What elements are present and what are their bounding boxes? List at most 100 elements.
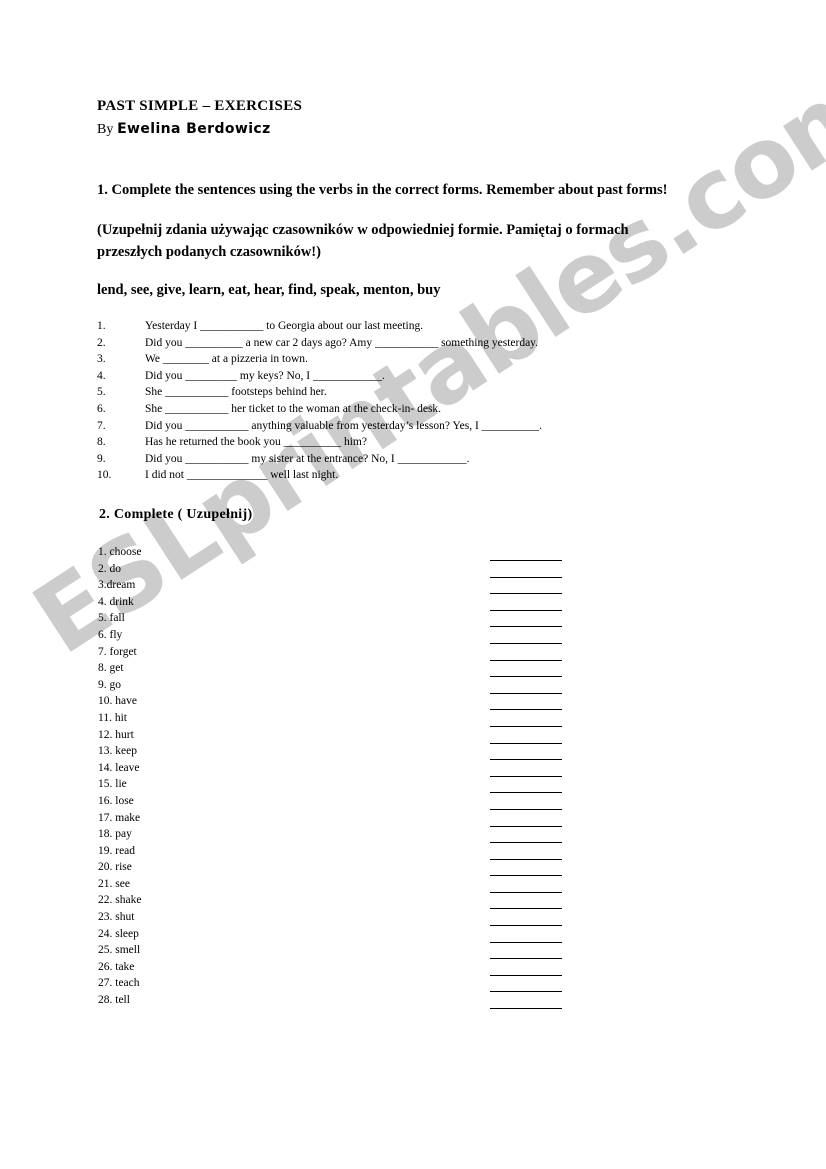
verb-list-item: 6. fly [98,628,123,641]
answer-line[interactable] [490,553,564,570]
verb-list-item: 25. smell [98,944,141,957]
verb-list-item: 12. hurt [98,728,134,741]
worksheet-content: PAST SIMPLE – EXERCISES By Ewelina Berdo… [0,0,826,1169]
answer-line[interactable] [490,935,564,952]
answer-line[interactable] [490,802,564,819]
answer-line[interactable] [490,852,564,869]
answer-line[interactable] [490,819,564,836]
sentence-text: I did not ______________ well last night… [145,469,339,482]
answer-line[interactable] [490,968,564,985]
sentence-text: Did you __________ a new car 2 days ago?… [145,336,539,349]
verb-list-item: 1. choose [98,546,142,558]
verb-list-item: 23. shut [98,911,135,924]
sentence-row: 9. Did you ___________ my sister at the e… [97,453,737,470]
answer-line-rule [490,576,562,578]
answer-line[interactable] [490,1001,564,1018]
sentence-number: 8. [97,436,106,449]
answer-line-rule [490,560,562,561]
answer-line[interactable] [490,918,564,935]
answer-line[interactable] [490,868,564,885]
answer-line[interactable] [490,951,564,968]
sentence-row: 4. Did you _________ my keys? No, I _____… [97,370,737,387]
sentence-text: Did you ___________ my sister at the ent… [145,452,470,465]
page-title: PAST SIMPLE – EXERCISES [97,98,303,114]
answer-line-rule [490,609,562,611]
answer-line[interactable] [490,885,564,902]
sentence-number: 5. [97,386,106,399]
verb-list-item: 28. tell [98,994,130,1007]
exercise1-instruction-pl: (Uzupełnij zdania używając czasowników w… [97,222,629,260]
answer-line-rule [490,676,562,678]
verb-bank: lend, see, give, learn, eat, hear, find,… [97,282,441,298]
sentence-text: Has he returned the book you __________ … [145,436,367,449]
sentence-row: 6. She ___________ her ticket to the woma… [97,403,737,420]
sentence-number: 10. [97,469,112,482]
verb-list-item: 14. leave [98,761,140,774]
worksheet-page: ESLprintables.com PAST SIMPLE – EXERCISE… [0,0,826,1169]
verb-list-item: 15. lie [98,778,127,791]
answer-line[interactable] [490,785,564,802]
answer-line[interactable] [490,603,564,620]
byline: By Ewelina Berdowicz [97,121,271,138]
answer-line-rule [490,659,562,661]
answer-line[interactable] [490,736,564,753]
answer-line-rule [490,941,562,943]
answer-line-rule [490,858,562,860]
answer-line-rule [490,626,562,628]
answer-line-rule [490,842,562,844]
sentence-row: 7. Did you ___________ anything valuable … [97,420,737,437]
answer-line[interactable] [490,636,564,653]
verb-list-item: 27. teach [98,977,140,990]
verb-list-item: 24. sleep [98,927,139,940]
answer-line[interactable] [490,769,564,786]
byline-prefix: By [97,122,114,137]
answer-line[interactable] [490,752,564,769]
sentence-number: 7. [97,419,106,432]
sentence-text: She ___________ footsteps behind her. [145,386,327,399]
sentence-number: 1. [97,320,106,332]
answer-line-rule [490,825,562,827]
exercise1-instruction-en: 1. Complete the sentences using the verb… [97,182,668,198]
verb-list-item: 8. get [98,662,124,675]
sentence-text: We ________ at a pizzeria in town. [145,353,308,366]
sentence-row: 10. I did not ______________ well last ni… [97,469,737,486]
answer-line-rule [490,642,562,644]
answer-line[interactable] [490,619,564,636]
answer-line[interactable] [490,570,564,587]
sentence-text: She ___________ her ticket to the woman … [145,402,442,415]
sentence-text: Did you ___________ anything valuable fr… [145,419,543,432]
answer-line-rule [490,742,562,744]
answer-line-rule [490,692,562,694]
answer-line[interactable] [490,901,564,918]
verb-list-item: 22. shake [98,894,142,907]
answer-line[interactable] [490,719,564,736]
answer-line[interactable] [490,686,564,703]
answer-line-rule [490,792,562,794]
answer-line-rule [490,974,562,976]
author-name: Ewelina Berdowicz [117,121,271,137]
sentence-number: 3. [97,353,106,366]
exercise2-verb-list: 1. choose 2. do 3.dream 4. drink 5. fall 6. f… [98,546,298,1011]
answer-line-rule [490,891,562,893]
answer-line[interactable] [490,669,564,686]
verb-list-item: 26. take [98,960,135,973]
verb-list-item: 21. see [98,877,130,890]
sentence-number: 9. [97,452,106,465]
sentence-row: 5. She ___________ footsteps behind her. [97,386,737,403]
answer-line[interactable] [490,835,564,852]
answer-line-rule [490,991,562,993]
answer-line-rule [490,593,562,595]
sentence-row: 3. We ________ at a pizzeria in town. [97,353,737,370]
answer-line-rule [490,908,562,910]
sentence-number: 6. [97,402,106,415]
answer-line-rule [490,759,562,761]
sentence-row: 2. Did you __________ a new car 2 days a… [97,337,737,354]
answer-line-rule [490,775,562,777]
answer-line[interactable] [490,984,564,1001]
answer-line[interactable] [490,586,564,603]
exercise2-answer-lines [490,553,564,1018]
sentence-row: 1. Yesterday I ___________ to Georgia abo… [97,320,737,337]
sentence-row: 8. Has he returned the book you _________… [97,436,737,453]
answer-line[interactable] [490,702,564,719]
answer-line[interactable] [490,653,564,670]
